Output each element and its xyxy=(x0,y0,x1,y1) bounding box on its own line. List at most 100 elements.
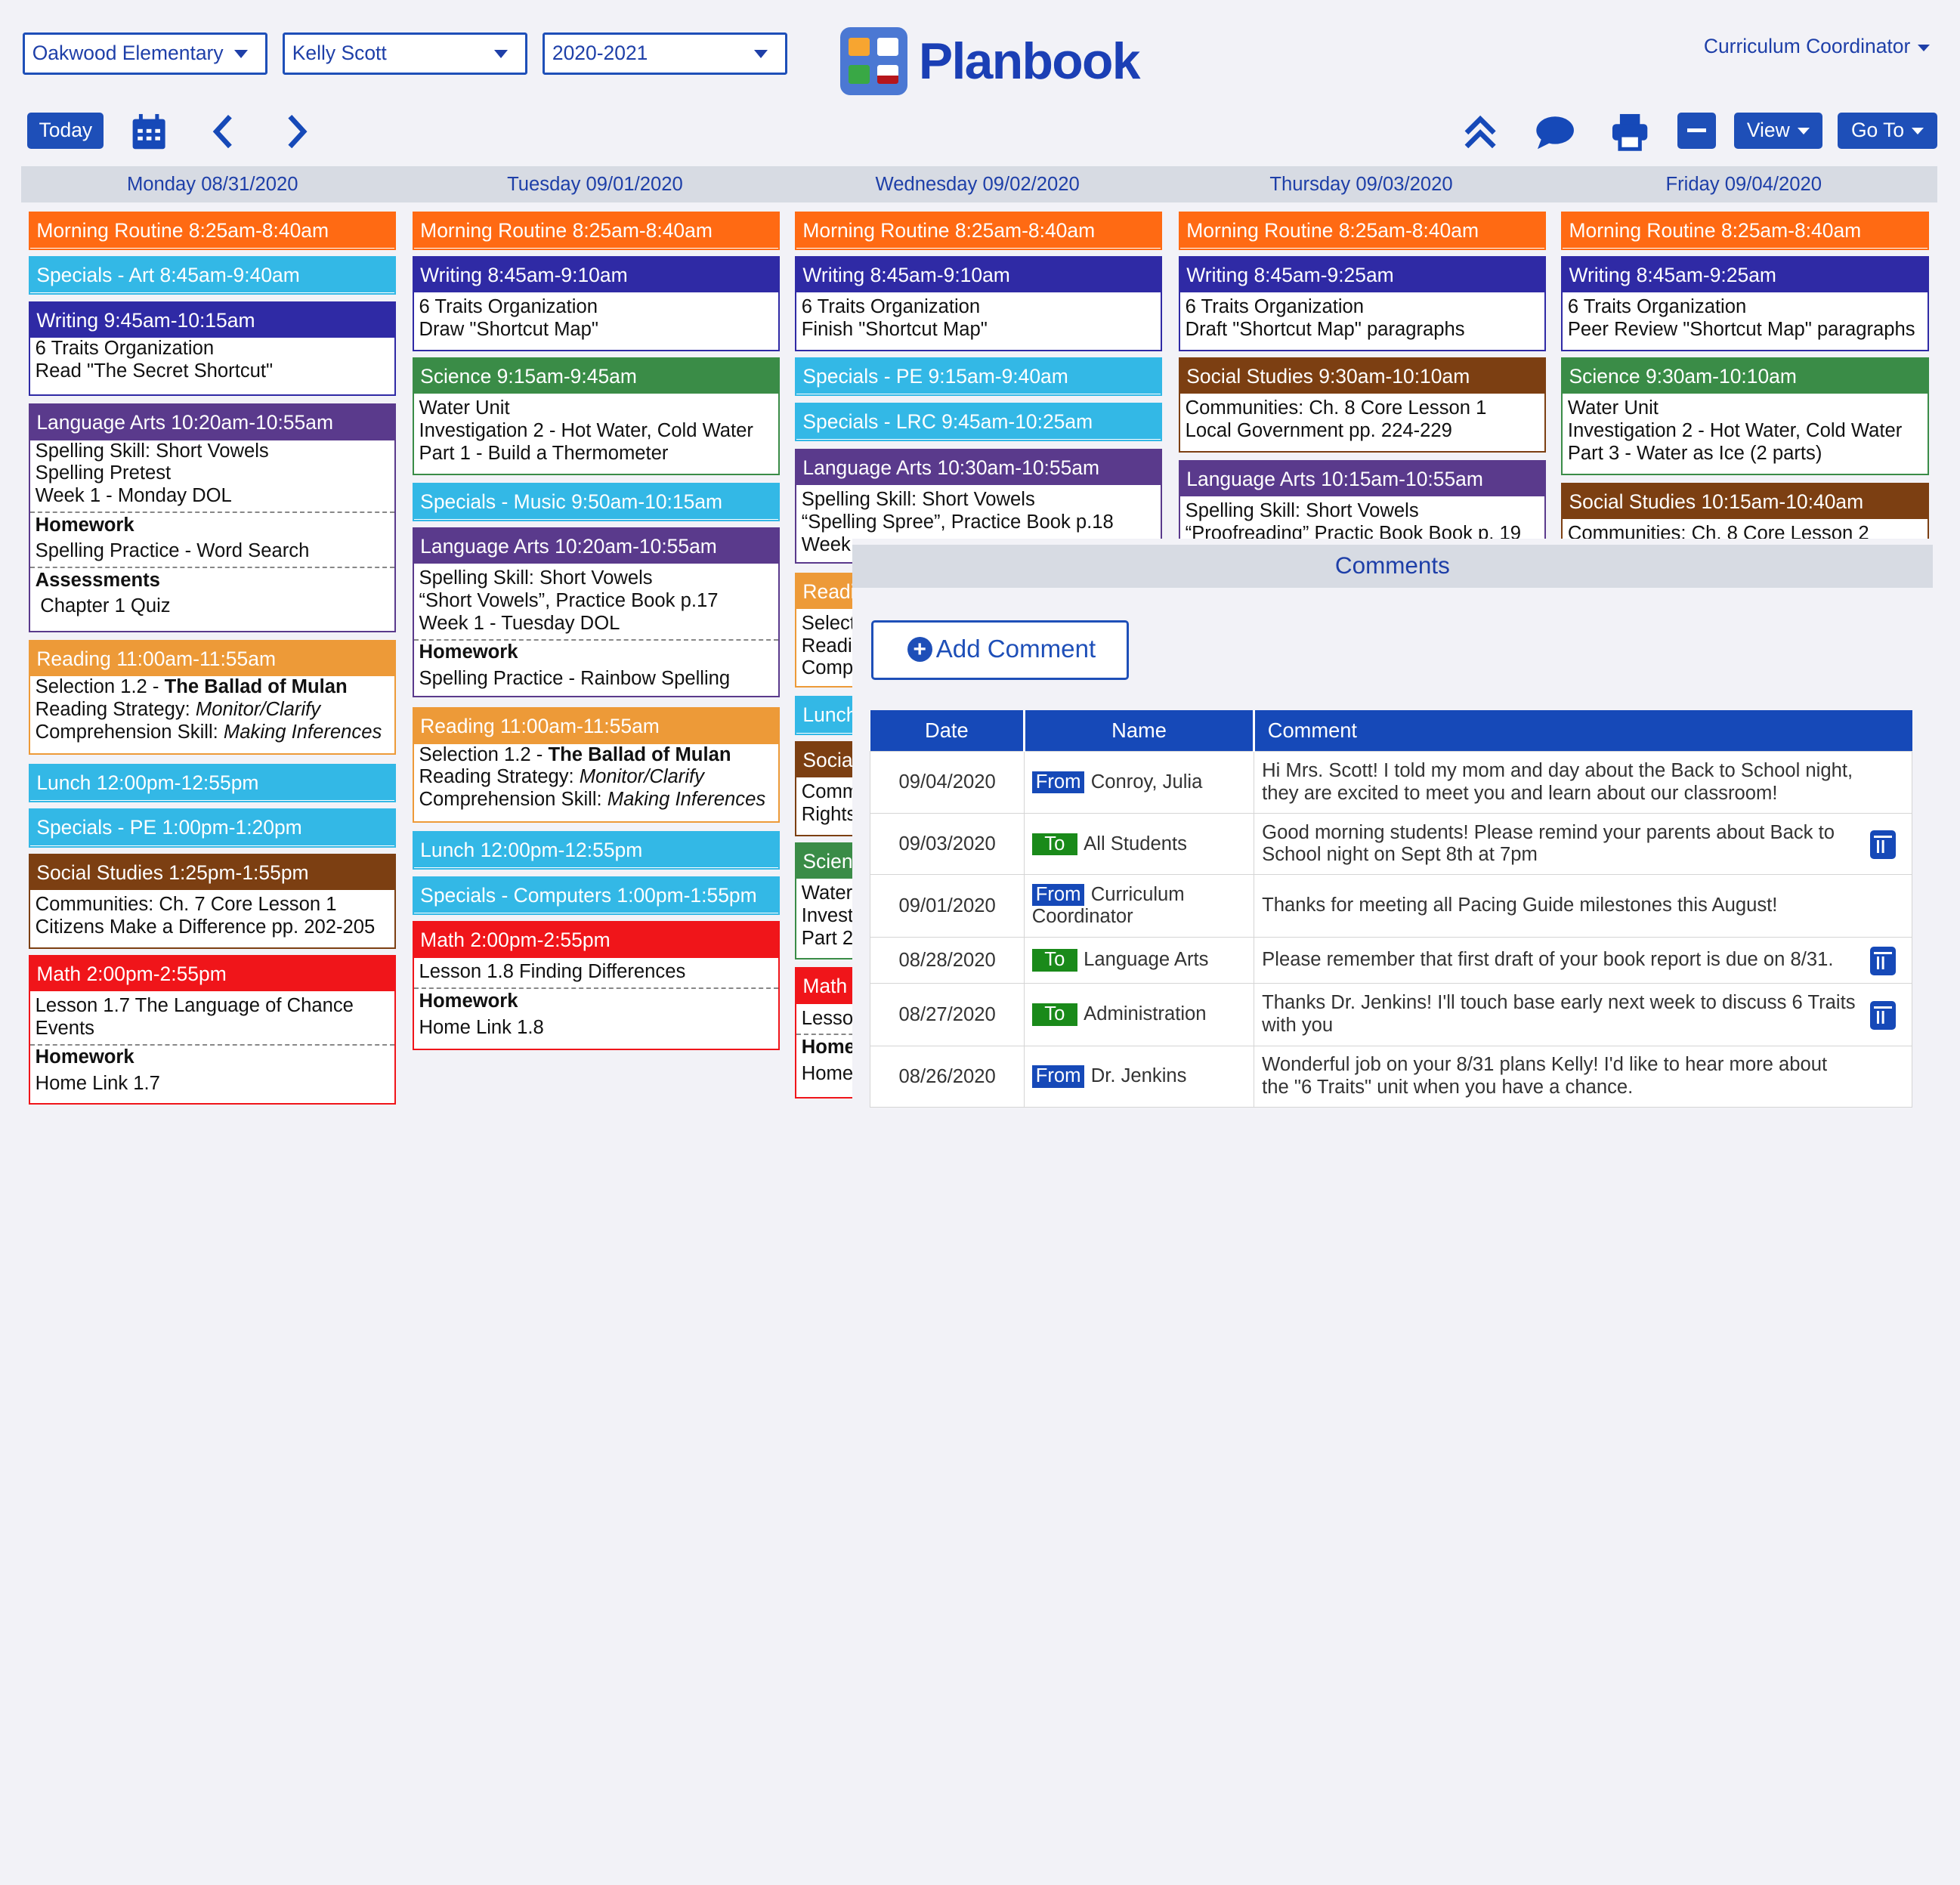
to-badge: To xyxy=(1031,1003,1077,1027)
lesson-block[interactable]: Specials - Computers 1:00pm-1:55pm xyxy=(412,876,781,915)
lesson-title: Lunch 12:00pm-12:55pm xyxy=(30,765,395,801)
teacher-select[interactable]: Kelly Scott xyxy=(282,32,528,76)
goto-button[interactable]: Go To xyxy=(1837,112,1938,149)
chevron-left-icon[interactable] xyxy=(202,110,245,153)
lesson-title: Specials - PE 9:15am-9:40am xyxy=(796,359,1161,394)
column-header-name[interactable]: Name xyxy=(1024,709,1256,752)
day-header-thu[interactable]: Thursday 09/03/2020 xyxy=(1170,174,1552,196)
lesson-block[interactable]: Morning Routine 8:25am-8:40am xyxy=(29,211,397,250)
table-row[interactable]: 09/01/2020 From Curriculum Coordinator Th… xyxy=(870,874,1913,938)
lesson-title: Morning Routine 8:25am-8:40am xyxy=(1180,212,1545,248)
view-button[interactable]: View xyxy=(1733,112,1822,149)
lesson-title: Math 2:00pm-2:55pm xyxy=(413,922,779,958)
lesson-block[interactable]: Specials - Music 9:50am-10:15am xyxy=(412,482,781,521)
lesson-block[interactable]: Reading 11:00am-11:55am Selection 1.2 - … xyxy=(412,707,781,823)
lesson-block[interactable]: Morning Routine 8:25am-8:40am xyxy=(795,211,1163,250)
column-header-comment[interactable]: Comment xyxy=(1254,709,1912,752)
table-row[interactable]: 08/28/2020 To Language Arts Please rememb… xyxy=(870,937,1913,984)
table-row[interactable]: 09/04/2020 From Conroy, Julia Hi Mrs. Sco… xyxy=(870,750,1913,814)
lesson-block[interactable]: Reading 11:00am-11:55am Selection 1.2 - … xyxy=(29,639,397,756)
year-select[interactable]: 2020-2021 xyxy=(542,32,788,76)
school-select[interactable]: Oakwood Elementary xyxy=(22,32,267,76)
lesson-title: Language Arts 10:30am-10:55am xyxy=(796,450,1161,486)
lesson-line: Selection 1.2 - xyxy=(35,676,165,698)
collapse-all-icon[interactable] xyxy=(1459,110,1501,153)
lesson-title: Writing 8:45am-9:25am xyxy=(1563,258,1928,293)
lesson-block[interactable]: Science 9:15am-9:45am Water Unit Investig… xyxy=(412,357,781,475)
trash-icon[interactable] xyxy=(1870,947,1896,976)
day-header-bar: Monday 08/31/2020 Tuesday 09/01/2020 Wed… xyxy=(21,166,1938,202)
lesson-line: Water Unit xyxy=(419,397,510,419)
lesson-block[interactable]: Social Studies 1:25pm-1:55pm Communities… xyxy=(29,853,397,949)
school-select-value: Oakwood Elementary xyxy=(32,42,224,64)
day-header-tue[interactable]: Tuesday 09/01/2020 xyxy=(403,174,786,196)
table-row[interactable]: 08/26/2020 From Dr. Jenkins Wonderful job… xyxy=(870,1046,1913,1108)
table-row[interactable]: 08/27/2020 To Administration Thanks Dr. J… xyxy=(870,983,1913,1047)
comment-date: 08/26/2020 xyxy=(870,1046,1025,1108)
minimize-button[interactable] xyxy=(1677,112,1717,149)
lesson-line: Comprehension Skill: xyxy=(419,789,607,811)
trash-icon[interactable] xyxy=(1870,1001,1896,1031)
lesson-line: Spelling Skill: Short Vowels xyxy=(801,489,1035,511)
lesson-block[interactable]: Language Arts 10:20am-10:55am Spelling S… xyxy=(412,527,781,698)
lesson-block[interactable]: Writing 9:45am-10:15am 6 Traits Organiza… xyxy=(29,301,397,397)
role-label: Curriculum Coordinator xyxy=(1703,35,1911,58)
role-menu[interactable]: Curriculum Coordinator xyxy=(1703,35,1931,58)
to-badge: To xyxy=(1031,833,1077,856)
table-row[interactable]: 09/03/2020 To All Students Good morning s… xyxy=(870,813,1913,876)
lesson-title: Writing 8:45am-9:10am xyxy=(413,258,779,293)
lesson-title: Specials - Art 8:45am-9:40am xyxy=(30,258,395,293)
lesson-title: Language Arts 10:20am-10:55am xyxy=(413,529,779,564)
day-header-mon[interactable]: Monday 08/31/2020 xyxy=(21,174,403,196)
homework-label: Homework xyxy=(30,1043,395,1069)
column-header-date[interactable]: Date xyxy=(870,709,1025,752)
lesson-block[interactable]: Specials - PE 1:00pm-1:20pm xyxy=(29,808,397,848)
lesson-title: Morning Routine 8:25am-8:40am xyxy=(796,212,1161,248)
print-icon[interactable] xyxy=(1609,110,1651,153)
lesson-title: Specials - Computers 1:00pm-1:55pm xyxy=(413,877,779,913)
lesson-block[interactable]: Writing 8:45am-9:10am 6 Traits Organizat… xyxy=(412,256,781,351)
comment-text: Thanks Dr. Jenkins! I'll touch base earl… xyxy=(1262,992,1856,1037)
lesson-block[interactable]: Morning Routine 8:25am-8:40am xyxy=(412,211,781,250)
lesson-block[interactable]: Writing 8:45am-9:25am 6 Traits Organizat… xyxy=(1179,256,1547,351)
lesson-line: Draft "Shortcut Map" paragraphs xyxy=(1185,319,1465,341)
add-comment-button[interactable]: + Add Comment xyxy=(871,620,1129,680)
day-header-wed[interactable]: Wednesday 09/02/2020 xyxy=(787,174,1169,196)
calendar-icon[interactable] xyxy=(128,110,170,153)
comments-icon[interactable] xyxy=(1534,110,1576,153)
chevron-down-icon xyxy=(1797,128,1810,136)
planbook-logo-icon xyxy=(839,27,908,95)
lesson-title: Morning Routine 8:25am-8:40am xyxy=(413,212,779,248)
lesson-block[interactable]: Math 2:00pm-2:55pm Lesson 1.7 The Langua… xyxy=(29,954,397,1105)
chevron-right-icon[interactable] xyxy=(275,110,317,153)
lesson-block[interactable]: Writing 8:45am-9:10am 6 Traits Organizat… xyxy=(795,256,1163,351)
lesson-title: Social Studies 1:25pm-1:55pm xyxy=(30,854,395,891)
lesson-block[interactable]: Math 2:00pm-2:55pm Lesson 1.8 Finding Di… xyxy=(412,921,781,1050)
strategy: Monitor/Clarify xyxy=(195,699,321,721)
lesson-line: Investigation 2 - Hot Water, Cold Water xyxy=(419,420,753,442)
lesson-line: Spelling Skill: Short Vowels xyxy=(419,567,653,589)
lesson-title: Reading 11:00am-11:55am xyxy=(30,641,395,677)
lesson-block[interactable]: Social Studies 9:30am-10:10am Communitie… xyxy=(1179,357,1547,453)
today-button[interactable]: Today xyxy=(27,112,104,149)
lesson-block[interactable]: Specials - PE 9:15am-9:40am xyxy=(795,357,1163,397)
lesson-line: Selection 1.2 - xyxy=(419,743,549,765)
lesson-block[interactable]: Specials - Art 8:45am-9:40am xyxy=(29,256,397,295)
comment-date: 08/28/2020 xyxy=(870,937,1025,984)
lesson-block[interactable]: Language Arts 10:20am-10:55am Spelling S… xyxy=(29,403,397,633)
lesson-block[interactable]: Science 9:30am-10:10am Water Unit Investi… xyxy=(1561,357,1929,475)
lesson-title: Science 9:15am-9:45am xyxy=(413,359,779,394)
trash-icon[interactable] xyxy=(1870,830,1896,860)
lesson-line: 6 Traits Organization xyxy=(1567,296,1747,318)
lesson-block[interactable]: Lunch 12:00pm-12:55pm xyxy=(29,763,397,803)
lesson-block[interactable]: Specials - LRC 9:45am-10:25am xyxy=(795,402,1163,441)
lesson-block[interactable]: Writing 8:45am-9:25am 6 Traits Organizat… xyxy=(1561,256,1929,351)
lesson-block[interactable]: Morning Routine 8:25am-8:40am xyxy=(1179,211,1547,250)
assessments-label: Assessments xyxy=(30,567,395,592)
day-header-fri[interactable]: Friday 09/04/2020 xyxy=(1553,174,1935,196)
lesson-block[interactable]: Lunch 12:00pm-12:55pm xyxy=(412,831,781,870)
lesson-title: Reading 11:00am-11:55am xyxy=(413,709,779,744)
lesson-block[interactable]: Morning Routine 8:25am-8:40am xyxy=(1561,211,1929,250)
lesson-line: Spelling Pretest xyxy=(35,462,172,484)
lesson-line: Reading Strategy: xyxy=(35,699,196,721)
